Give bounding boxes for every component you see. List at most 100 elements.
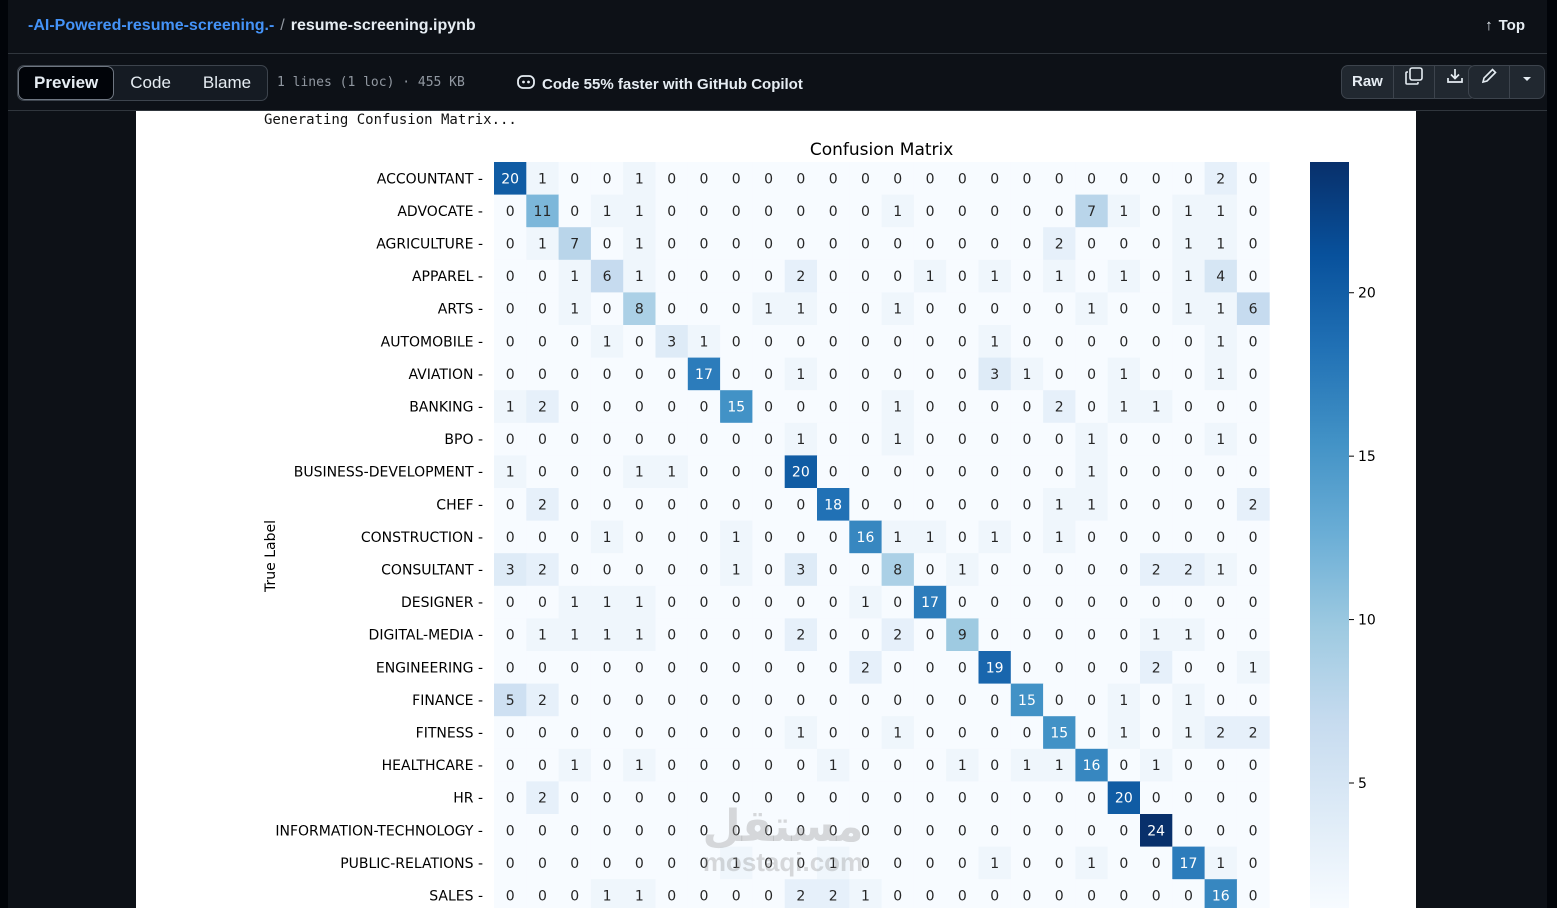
cell-value: 0: [958, 237, 967, 253]
cell-value: 1: [1119, 204, 1128, 220]
raw-actions-group: Raw: [1341, 65, 1476, 99]
cell-value: 0: [603, 432, 612, 448]
cell-value: 0: [732, 595, 741, 611]
copy-raw-button[interactable]: [1394, 66, 1435, 98]
cell-value: 0: [990, 595, 999, 611]
cell-value: 0: [958, 889, 967, 905]
top-button[interactable]: ↑ Top: [1485, 17, 1525, 34]
edit-dropdown-button[interactable]: [1510, 66, 1544, 98]
cell-value: 0: [1184, 595, 1193, 611]
cell-value: 0: [1184, 367, 1193, 383]
cell-value: 0: [829, 269, 838, 285]
tab-code[interactable]: Code: [114, 66, 187, 100]
cell-value: 0: [926, 889, 935, 905]
cell-value: 0: [861, 693, 870, 709]
row-label: ACCOUNTANT -: [377, 171, 483, 187]
cell-value: 0: [1216, 530, 1225, 546]
cell-value: 1: [538, 171, 547, 187]
raw-button[interactable]: Raw: [1342, 66, 1394, 98]
cell-value: 0: [796, 758, 805, 774]
cell-value: 0: [1119, 660, 1128, 676]
cell-value: 0: [732, 726, 741, 742]
cell-value: 1: [1055, 269, 1064, 285]
cell-value: 0: [699, 660, 708, 676]
cell-value: 0: [861, 465, 870, 481]
cell-value: 0: [796, 334, 805, 350]
cell-value: 1: [1119, 726, 1128, 742]
cell-value: 0: [829, 432, 838, 448]
cell-value: 0: [958, 171, 967, 187]
cell-value: 0: [1055, 595, 1064, 611]
cell-value: 0: [732, 889, 741, 905]
cell-value: 0: [1249, 856, 1258, 872]
cell-value: 0: [570, 693, 579, 709]
cell-value: 0: [1249, 823, 1258, 839]
cell-value: 1: [893, 302, 902, 318]
row-label: HEALTHCARE -: [382, 758, 483, 774]
row-label: FITNESS -: [416, 726, 483, 742]
cell-value: 0: [699, 400, 708, 416]
cell-value: 0: [796, 660, 805, 676]
cell-value: 0: [732, 171, 741, 187]
cell-value: 0: [570, 791, 579, 807]
cell-value: 1: [603, 204, 612, 220]
copilot-promo-link[interactable]: Code 55% faster with GitHub Copilot: [516, 73, 803, 95]
cell-value: 0: [1152, 204, 1161, 220]
cell-value: 0: [1022, 302, 1031, 318]
cell-value: 0: [829, 367, 838, 383]
cell-value: 0: [603, 693, 612, 709]
breadcrumb-repo-link[interactable]: -AI-Powered-resume-screening.-: [28, 17, 274, 34]
cell-value: 0: [1022, 400, 1031, 416]
cell-value: 0: [1055, 204, 1064, 220]
cell-value: 2: [893, 628, 902, 644]
cell-value: 0: [538, 432, 547, 448]
cell-value: 0: [926, 204, 935, 220]
cell-value: 0: [667, 628, 676, 644]
cell-value: 0: [764, 660, 773, 676]
cell-value: 0: [732, 497, 741, 513]
cell-value: 0: [732, 334, 741, 350]
cell-value: 0: [1119, 563, 1128, 579]
cell-value: 0: [926, 628, 935, 644]
cell-value: 0: [1055, 302, 1064, 318]
cell-value: 0: [1119, 758, 1128, 774]
cell-value: 0: [990, 628, 999, 644]
cell-value: 0: [990, 497, 999, 513]
cell-value: 1: [1216, 334, 1225, 350]
breadcrumb-separator: /: [280, 17, 285, 34]
edit-file-button[interactable]: [1469, 66, 1510, 98]
cell-value: 1: [667, 465, 676, 481]
cell-value: 0: [796, 693, 805, 709]
tab-preview[interactable]: Preview: [18, 66, 115, 100]
cell-value: 1: [1216, 856, 1225, 872]
cell-value: 0: [1152, 595, 1161, 611]
cell-value: 3: [667, 334, 676, 350]
cell-value: 0: [1152, 269, 1161, 285]
cell-value: 0: [829, 171, 838, 187]
cell-value: 0: [893, 595, 902, 611]
cell-value: 0: [958, 726, 967, 742]
cell-value: 1: [1119, 269, 1128, 285]
cell-value: 0: [1022, 465, 1031, 481]
cell-value: 6: [1249, 302, 1258, 318]
cell-value: 0: [990, 726, 999, 742]
cell-value: 0: [667, 823, 676, 839]
cell-value: 0: [570, 400, 579, 416]
tab-blame[interactable]: Blame: [187, 66, 267, 100]
cell-value: 0: [990, 432, 999, 448]
cell-value: 0: [796, 204, 805, 220]
cell-value: 1: [1184, 237, 1193, 253]
cell-value: 0: [603, 237, 612, 253]
cell-value: 3: [796, 563, 805, 579]
cell-value: 0: [635, 497, 644, 513]
cell-value: 0: [1216, 628, 1225, 644]
cell-value: 0: [667, 530, 676, 546]
cell-value: 0: [958, 367, 967, 383]
cell-value: 0: [506, 204, 515, 220]
cell-value: 0: [926, 334, 935, 350]
cell-value: 0: [861, 204, 870, 220]
cell-value: 0: [764, 465, 773, 481]
cell-value: 0: [893, 367, 902, 383]
cell-value: 0: [506, 628, 515, 644]
cell-value: 1: [635, 595, 644, 611]
